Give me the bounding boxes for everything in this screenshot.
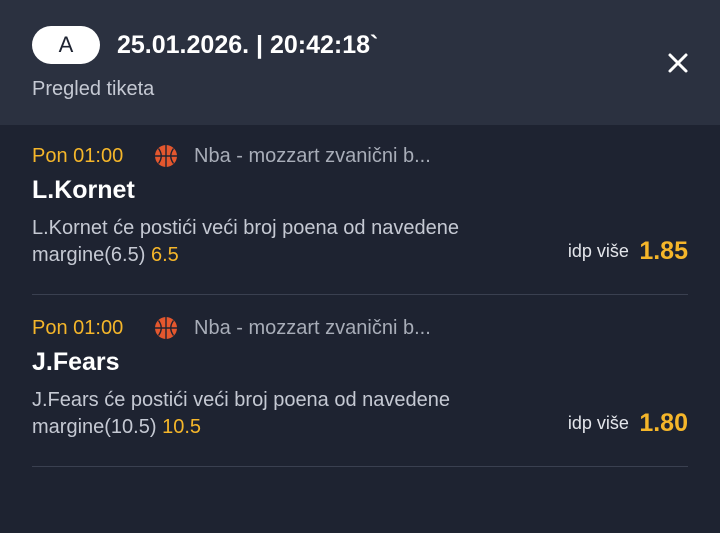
basketball-icon bbox=[155, 145, 177, 167]
ticket-header: A 25.01.2026. | 20:42:18` Pregled tiketa bbox=[0, 0, 720, 125]
bet-description-line2: margine(6.5) 6.5 bbox=[32, 242, 179, 268]
bet-time: Pon 01:00 bbox=[32, 145, 124, 167]
bet-description-line2: margine(10.5) 10.5 bbox=[32, 414, 201, 440]
bet-line-value: 6.5 bbox=[150, 244, 179, 266]
bet-description-line1: J.Fears će postići veći broj poena od na… bbox=[32, 389, 451, 411]
bet-line-value: 10.5 bbox=[162, 416, 202, 438]
bet-time: Pon 01:00 bbox=[32, 317, 124, 339]
bet-meta: Pon 01:00 Nba - mozzart zvanični b... bbox=[32, 315, 688, 341]
close-icon bbox=[668, 53, 688, 73]
bet-meta: Pon 01:00 Nba - mozzart zvanični b... bbox=[32, 143, 688, 169]
bet-odds: 1.80 bbox=[639, 409, 688, 437]
close-button[interactable] bbox=[660, 45, 696, 81]
divider bbox=[32, 294, 688, 295]
bet-league: Nba - mozzart zvanični b... bbox=[194, 317, 431, 339]
bet-pick: idp više bbox=[567, 413, 629, 433]
bet-description-text: margine(6.5) bbox=[32, 244, 146, 266]
ticket-badge: A bbox=[32, 26, 100, 64]
bet-odds: 1.85 bbox=[639, 237, 688, 265]
ticket-datetime: 25.01.2026. | 20:42:18` bbox=[117, 31, 379, 59]
bet-pick: idp više bbox=[567, 241, 629, 261]
bet-league: Nba - mozzart zvanični b... bbox=[194, 145, 431, 167]
divider bbox=[32, 466, 688, 467]
bet-player: J.Fears bbox=[32, 348, 120, 376]
basketball-icon bbox=[155, 317, 177, 339]
bet-odds-group: idp više 1.80 bbox=[568, 409, 688, 441]
bet-odds-group: idp više 1.85 bbox=[568, 237, 688, 269]
bet-description-text: margine(10.5) bbox=[32, 416, 157, 438]
page-title: Pregled tiketa bbox=[32, 78, 155, 100]
bet-description-line1: L.Kornet će postići veći broj poena od n… bbox=[32, 217, 459, 239]
bet-player: L.Kornet bbox=[32, 176, 135, 204]
